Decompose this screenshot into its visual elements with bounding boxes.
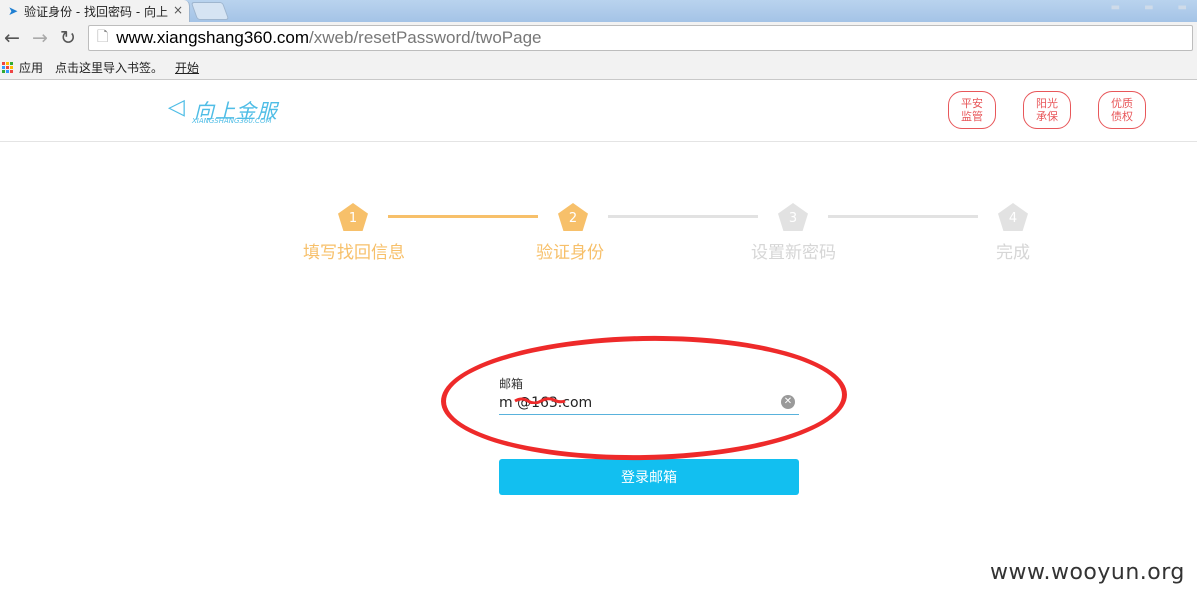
browser-tab-bar: ➤ 验证身份 - 找回密码 - 向上 × ▬ ▬ ▬ xyxy=(0,0,1197,22)
badge-line: 阳光 xyxy=(1036,97,1058,110)
paper-plane-icon: ◁ xyxy=(168,95,185,120)
step-connector-3 xyxy=(828,215,978,218)
back-arrow-icon[interactable]: ← xyxy=(4,27,20,49)
badge-line: 承保 xyxy=(1036,110,1058,123)
badge-quality-debt: 优质 债权 xyxy=(1098,91,1146,129)
badge-line: 监管 xyxy=(961,110,983,123)
tab-close-icon[interactable]: × xyxy=(173,3,183,17)
annotation-ellipse xyxy=(439,332,849,464)
page-icon: 🗋 xyxy=(97,28,109,44)
step-4-marker: 4 xyxy=(998,203,1028,231)
badge-line: 平安 xyxy=(961,97,983,110)
badge-regulation: 平安 监管 xyxy=(948,91,996,129)
step-1-marker: 1 xyxy=(338,203,368,231)
tab-title: 验证身份 - 找回密码 - 向上 xyxy=(24,4,168,19)
url-host: www.xiangshang360.com xyxy=(116,28,310,47)
bookmark-start[interactable]: 开始 xyxy=(175,59,199,76)
address-bar[interactable]: 🗋 www.xiangshang360.com/xweb/resetPasswo… xyxy=(88,25,1193,51)
badge-line: 债权 xyxy=(1111,110,1133,123)
watermark: www.wooyun.org xyxy=(990,560,1185,585)
step-3-marker: 3 xyxy=(778,203,808,231)
new-tab-button[interactable] xyxy=(190,2,230,20)
forward-arrow-icon[interactable]: → xyxy=(32,27,48,49)
login-email-button[interactable]: 登录邮箱 xyxy=(499,459,799,495)
step-2-label: 验证身份 xyxy=(536,243,604,263)
apps-grid-icon[interactable] xyxy=(2,62,13,73)
browser-tab[interactable]: ➤ 验证身份 - 找回密码 - 向上 × xyxy=(0,0,190,22)
paper-plane-favicon-icon: ➤ xyxy=(8,4,19,18)
step-2-marker: 2 xyxy=(558,203,588,231)
step-1-label: 填写找回信息 xyxy=(303,243,405,263)
close-window-icon[interactable]: ▬ xyxy=(1178,2,1187,13)
bookmark-import-hint[interactable]: 点击这里导入书签。 xyxy=(55,59,163,76)
logo-subtext: XIANGSHANG360.COM xyxy=(192,117,272,125)
step-connector-2 xyxy=(608,215,758,218)
step-connector-1 xyxy=(388,215,538,218)
bookmarks-bar: 应用 点击这里导入书签。 开始 xyxy=(0,56,1197,80)
bookmark-apps[interactable]: 应用 xyxy=(19,59,43,76)
step-4-label: 完成 xyxy=(996,243,1030,263)
badge-line: 优质 xyxy=(1111,97,1133,110)
badge-insurance: 阳光 承保 xyxy=(1023,91,1071,129)
window-controls: ▬ ▬ ▬ xyxy=(1111,2,1187,13)
site-header: ◁ 向上金服 XIANGSHANG360.COM 平安 监管 阳光 承保 优质 … xyxy=(0,81,1197,142)
minimize-icon[interactable]: ▬ xyxy=(1111,2,1120,13)
step-3-label: 设置新密码 xyxy=(751,243,836,263)
reload-icon[interactable]: ↻ xyxy=(60,27,76,49)
maximize-icon[interactable]: ▬ xyxy=(1144,2,1153,13)
url-path: /xweb/resetPassword/twoPage xyxy=(309,28,542,47)
